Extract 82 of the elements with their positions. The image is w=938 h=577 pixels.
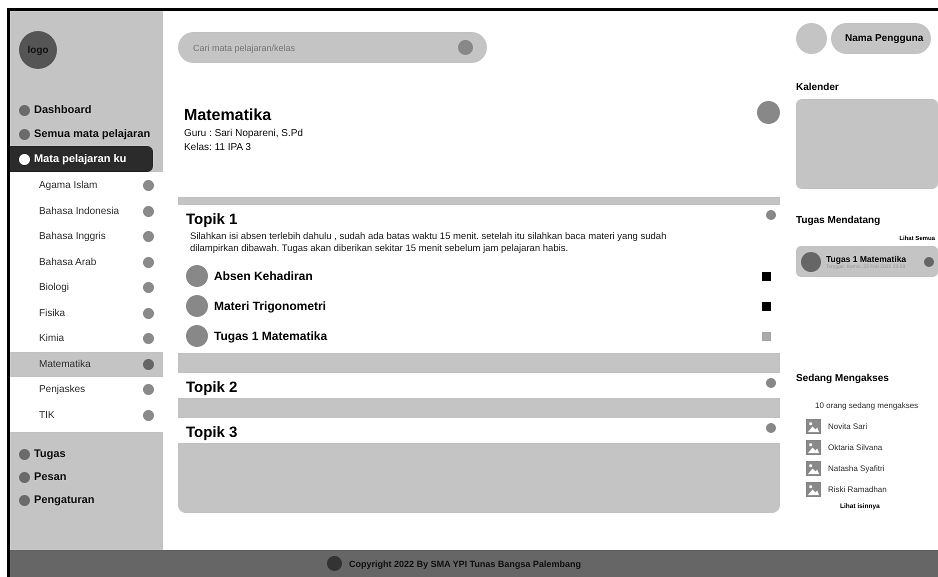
circle-icon — [143, 180, 154, 192]
subject-item[interactable]: Matematika — [10, 352, 163, 377]
subject-label: Agama Islam — [39, 180, 98, 192]
logo: logo — [19, 31, 57, 69]
subject-label: Bahasa Arab — [39, 256, 96, 268]
circle-icon — [143, 308, 154, 319]
image-icon — [806, 440, 821, 455]
subject-item[interactable]: Bahasa Inggris — [10, 224, 163, 250]
user-name: Riski Ramadhan — [828, 485, 887, 494]
teacher-text: Guru : Sari Nopareni, S.Pd — [184, 128, 303, 139]
circle-icon — [19, 494, 30, 506]
circle-icon — [143, 333, 154, 344]
subject-item[interactable]: Fisika — [10, 300, 163, 326]
image-icon — [806, 461, 821, 476]
copyright-text: Copyright 2022 By SMA YPI Tunas Bangsa Palembang — [349, 558, 581, 568]
topic-title: Topik 1 — [186, 210, 238, 228]
circle-icon — [143, 256, 154, 268]
subject-label: Matematika — [39, 358, 91, 370]
circle-icon — [143, 410, 154, 421]
subject-item[interactable]: Bahasa Arab — [10, 250, 163, 275]
user-name: Novita Sari — [828, 422, 868, 431]
nav-item[interactable]: Tugas — [10, 446, 163, 462]
circle-icon — [757, 101, 780, 124]
nav-item[interactable]: Semua mata pelajaran — [10, 126, 163, 142]
completion-checkbox[interactable] — [762, 332, 771, 340]
nav-item[interactable]: Pengaturan — [10, 492, 163, 508]
search-field[interactable]: Cari mata pelajaran/kelas — [178, 32, 487, 63]
upcoming-heading: Tugas Mendatang — [796, 215, 882, 226]
circle-icon — [186, 295, 208, 317]
completion-checkbox[interactable] — [762, 302, 771, 310]
circle-icon — [186, 325, 208, 347]
activity-link[interactable]: Absen Kehadiran — [214, 269, 756, 283]
subject-label: Fisika — [39, 308, 66, 319]
subject-item[interactable]: Kimia — [10, 326, 163, 352]
subject-label: Bahasa Inggris — [39, 231, 106, 242]
circle-icon — [327, 556, 342, 571]
circle-icon — [801, 252, 821, 272]
completion-checkbox[interactable] — [762, 272, 771, 280]
circle-icon — [19, 128, 30, 140]
subject-item[interactable]: Bahasa Indonesia — [10, 198, 163, 224]
circle-icon — [766, 423, 776, 433]
topic-description: Silahkan isi absen terlebih dahulu , sudah ada batas waktu 15 menit. setelah itu silahkan baca materi yang sudah dilampirkan dibawah. Tugas akan diberikan sekitar 15 menit sebelum jam pelajaran habis. — [190, 231, 668, 255]
topic-title: Topik 3 — [186, 423, 238, 441]
circle-icon — [186, 265, 208, 287]
circle-icon — [19, 104, 30, 116]
nav-item[interactable]: Pesan — [10, 469, 163, 485]
subject-item[interactable]: Penjaskes — [10, 377, 163, 402]
circle-icon — [19, 472, 30, 482]
course-title: Matematika — [184, 107, 272, 125]
subject-item[interactable]: Biologi — [10, 275, 163, 300]
subject-item[interactable]: Agama Islam — [10, 173, 163, 198]
circle-icon — [143, 358, 154, 370]
circle-icon — [766, 210, 776, 220]
calendar-heading: Kalender — [796, 82, 840, 93]
class-text: Kelas: 11 IPA 3 — [184, 142, 252, 153]
circle-icon — [766, 378, 776, 388]
topic-title: Topik 2 — [186, 378, 238, 396]
nav-item[interactable]: Dashboard — [10, 102, 163, 118]
nav-item[interactable]: Mata pelajaran ku — [10, 146, 153, 172]
circle-icon — [143, 282, 154, 294]
circle-icon — [143, 231, 154, 242]
image-icon — [806, 482, 821, 497]
circle-icon — [143, 206, 154, 217]
circle-icon — [143, 384, 154, 396]
subject-label: Biologi — [39, 282, 70, 294]
subject-label: Penjaskes — [39, 384, 86, 396]
user-name: Natasha Syafitri — [828, 464, 884, 473]
circle-icon — [19, 448, 30, 460]
user-name-button[interactable]: Nama Pengguna — [831, 23, 932, 54]
accessing-count: 10 orang sedang mengakses — [815, 401, 920, 410]
activity-link[interactable]: Materi Trigonometri — [214, 299, 756, 313]
subject-label: Kimia — [39, 333, 64, 344]
circle-icon — [19, 154, 30, 164]
subject-label: TIK — [39, 410, 55, 421]
activity-link[interactable]: Tugas 1 Matematika — [214, 329, 756, 343]
task-title: Tugas 1 Matematika — [826, 254, 908, 264]
subject-item[interactable]: TIK — [10, 402, 163, 428]
image-icon — [806, 419, 821, 434]
circle-icon — [924, 256, 934, 266]
user-name: Oktaria Silvana — [828, 443, 882, 452]
subject-label: Bahasa Indonesia — [39, 206, 120, 217]
accessing-heading: Sedang Mengakses — [796, 373, 890, 384]
